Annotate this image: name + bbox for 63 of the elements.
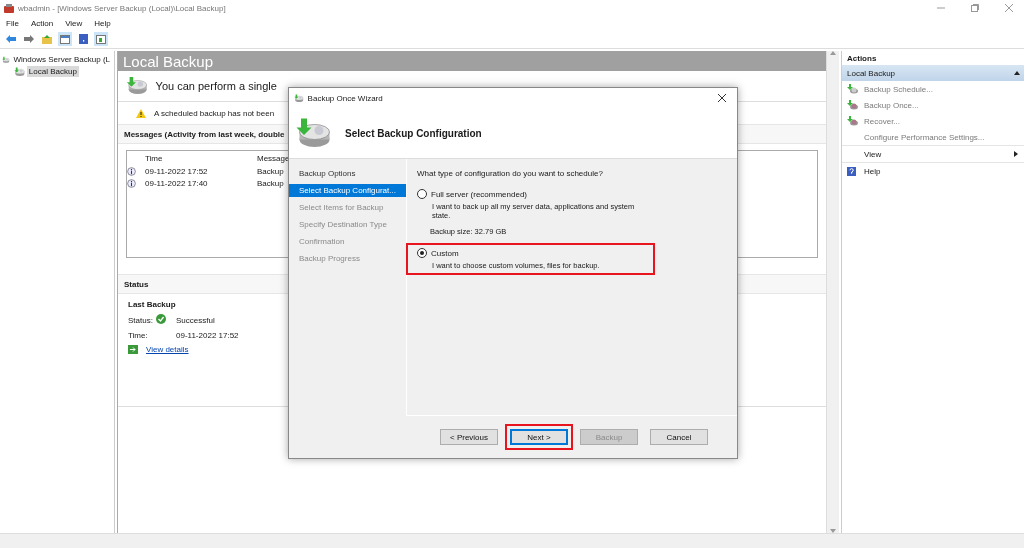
window-title: wbadmin - [Windows Server Backup (Local)\Local Backup] (18, 3, 227, 13)
table-cell: 09-11-2022 17:40 (145, 178, 208, 188)
info-icon (127, 178, 136, 188)
scroll-up-icon[interactable] (830, 51, 836, 55)
check-icon (156, 314, 166, 324)
field-label: Time: (128, 331, 149, 340)
help-icon (847, 166, 856, 176)
scrollbar[interactable] (826, 51, 839, 533)
dialog-title: Backup Once Wizard (307, 93, 384, 103)
backup-icon (126, 76, 148, 96)
intro-text: You can perform a single (155, 80, 277, 92)
backup-icon (2, 54, 10, 65)
help-button[interactable] (76, 32, 90, 46)
tree-item[interactable]: Windows Server Backup (L (11, 54, 112, 65)
wizard-button[interactable]: Next > (510, 429, 568, 445)
option-label: Full server (recommended) (431, 189, 528, 199)
column-header[interactable]: Time (145, 153, 257, 163)
restore-icon[interactable] (971, 4, 979, 12)
backup-icon (847, 100, 858, 110)
table-cell: Backup (257, 166, 284, 176)
table-cell: Backup (257, 178, 284, 188)
arrow-icon (128, 345, 138, 354)
submenu-arrow-icon (1014, 151, 1018, 157)
wizard-step[interactable]: Backup Options (289, 167, 406, 180)
backup-icon (847, 84, 858, 94)
warning-icon (136, 108, 146, 118)
pane-title: Local Backup (118, 51, 826, 71)
backup-icon (14, 66, 25, 77)
warning-text: A scheduled backup has not been (154, 108, 275, 118)
console-tree-button[interactable] (58, 32, 72, 46)
backup-icon (295, 116, 331, 150)
task-link[interactable]: Help (864, 166, 1018, 176)
forward-button[interactable] (22, 32, 36, 46)
menu-item[interactable]: File (6, 18, 19, 28)
table-cell: 09-11-2022 17:52 (145, 166, 208, 176)
menu-item[interactable]: Help (94, 18, 111, 28)
section-title: Last Backup (128, 300, 177, 309)
radio-button[interactable] (417, 248, 427, 258)
pane-header: Actions (846, 52, 878, 65)
backup-icon (294, 93, 304, 103)
action-pane-button[interactable] (94, 32, 108, 46)
app-icon (4, 3, 14, 13)
menu-item[interactable]: Action (30, 18, 54, 28)
menu-item[interactable]: View (65, 18, 83, 28)
view-details-link[interactable]: View details (146, 345, 189, 354)
info-icon (127, 166, 136, 176)
tree-item[interactable]: Local Backup (26, 66, 79, 77)
collapse-icon[interactable] (1014, 71, 1020, 75)
folder-up-button[interactable] (40, 32, 54, 46)
wizard-step[interactable]: Select Backup Configurat... (289, 184, 406, 197)
task-link[interactable]: View (864, 149, 1009, 159)
field-value: 09-11-2022 17:52 (176, 331, 240, 340)
backup-icon (847, 116, 858, 126)
field-label: Status: (128, 315, 154, 325)
wizard-button[interactable]: < Previous (440, 429, 498, 445)
question-text: What type of configuration do you want to schedule? (417, 169, 604, 178)
radio-button[interactable] (417, 189, 427, 199)
wizard-button[interactable]: Cancel (650, 429, 708, 445)
close-icon[interactable] (718, 94, 726, 102)
field-value: Successful (176, 315, 216, 325)
action-group[interactable]: Local Backup (842, 65, 1024, 81)
dialog-heading: Select Backup Configuration (345, 127, 482, 139)
option-label: Custom (431, 248, 459, 258)
